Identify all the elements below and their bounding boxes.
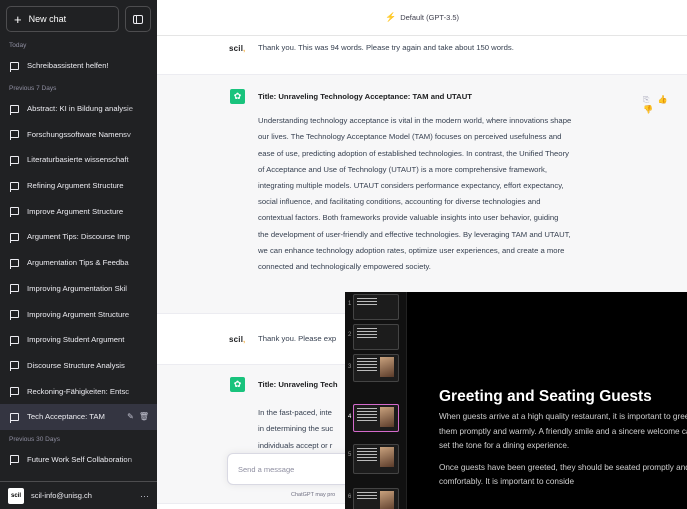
conversation-item[interactable]: Literaturbasierte wissenschaft: [0, 147, 157, 173]
slide-title: Greeting and Seating Guests: [439, 388, 652, 405]
sidebar: + New chat Today Schreibassistent helfen…: [0, 0, 157, 509]
message-line: ease of use, predicting adoption of esta…: [258, 148, 569, 158]
slide-thumbnail[interactable]: [353, 488, 399, 509]
model-header[interactable]: ⚡ Default (GPT-3.5): [157, 0, 687, 36]
plus-icon: +: [14, 11, 22, 27]
user-avatar: scil,: [229, 43, 246, 53]
conversation-item[interactable]: Reckoning-Fähigkeiten: Entsc: [0, 378, 157, 404]
new-chat-button[interactable]: + New chat: [6, 6, 119, 32]
message-text: Thank you. This was 94 words. Please try…: [258, 42, 514, 52]
conversation-item-active[interactable]: Tech Acceptance: TAM ✎ 🗑: [0, 403, 157, 430]
slide-thumbnail[interactable]: [353, 354, 399, 382]
conversation-item[interactable]: Forschungssoftware Namensv: [0, 121, 157, 147]
chat-bubble-icon: [9, 335, 19, 346]
slide-thumbnail[interactable]: [353, 444, 399, 474]
user-email: scil-info@unisg.ch: [31, 491, 92, 500]
sidebar-top: + New chat: [0, 0, 157, 36]
slide-paragraph: Once guests have been greeted, they shou…: [439, 462, 687, 487]
message-line: our lives. The Technology Acceptance Mod…: [258, 132, 562, 142]
avatar: scil: [8, 487, 24, 504]
conversation-item[interactable]: Abstract: KI in Bildung analysie: [0, 96, 157, 122]
sidebar-toggle-button[interactable]: [125, 6, 151, 32]
chat-bubble-icon: [9, 284, 19, 295]
conversation-item[interactable]: Improving Student Argument: [0, 327, 157, 353]
more-icon[interactable]: ···: [140, 491, 149, 501]
chatgpt-avatar-icon: ✿: [230, 89, 245, 104]
chat-bubble-icon: [9, 387, 19, 398]
chatgpt-avatar-icon: ✿: [230, 377, 245, 392]
chat-bubble-icon: [9, 207, 19, 218]
conversation-item[interactable]: Improve Argument Structure: [0, 198, 157, 224]
slide-thumbnails: 1 2 3 4 5 6: [345, 292, 407, 509]
chat-bubble-icon: [9, 258, 19, 269]
chat-bubble-icon: [9, 155, 19, 166]
message-line: integrating multiple models. UTAUT consi…: [258, 181, 564, 191]
edit-icon[interactable]: ✎: [127, 412, 134, 421]
slide-thumbnail[interactable]: [353, 324, 399, 350]
message-line: the development of user-friendly and eff…: [258, 229, 571, 239]
new-chat-label: New chat: [28, 14, 67, 24]
message-line: we can enhance technology adoption rates…: [258, 245, 565, 255]
conversation-item[interactable]: Schreibassistent helfen!: [0, 53, 157, 79]
user-message: scil, Thank you. This was 94 words. Plea…: [157, 36, 687, 60]
message-line: contextual factors. Both frameworks prov…: [258, 213, 559, 223]
conversation-item[interactable]: Refining Argument Structure: [0, 173, 157, 199]
chat-bubble-icon: [9, 232, 19, 243]
model-label: Default (GPT-3.5): [400, 13, 459, 22]
feedback-icons[interactable]: ⎘ 👍 👎: [643, 95, 687, 114]
conversation-item[interactable]: Future Work Self Collaboration: [0, 447, 157, 473]
message-line: social influence, and facilitating condi…: [258, 197, 541, 207]
chat-bubble-icon: [9, 181, 19, 192]
slide-thumbnail[interactable]: [353, 294, 399, 320]
message-line: connected and technologically empowered …: [258, 262, 431, 272]
slide-body: When guests arrive at a high quality res…: [439, 410, 687, 497]
chat-bubble-icon: [9, 361, 19, 372]
message-title: Title: Unraveling Technology Acceptance:…: [258, 92, 472, 101]
chat-bubble-icon: [9, 130, 19, 141]
chat-bubble-icon: [9, 104, 19, 115]
assistant-message: ✿ Title: Unraveling Technology Acceptanc…: [157, 74, 687, 314]
chat-bubble-icon: [9, 455, 19, 466]
sidebar-toggle-icon: [133, 14, 143, 24]
group-title-today: Today: [9, 42, 27, 49]
message-line: of Acceptance and Use of Technology (UTA…: [258, 164, 547, 174]
lightning-icon: ⚡: [385, 12, 397, 22]
presentation-window: 1 2 3 4 5 6 Greeting and Seating Guests …: [345, 292, 687, 509]
conversation-item[interactable]: Argument Tips: Discourse Imp: [0, 224, 157, 250]
message-text: Title: Unraveling Technology Acceptance:…: [258, 89, 643, 313]
user-menu-button[interactable]: scil scil-info@unisg.ch ···: [0, 481, 157, 509]
group-title-previous-30-days: Previous 30 Days: [9, 435, 60, 443]
chat-bubble-icon: [9, 61, 19, 72]
footer-disclaimer: ChatGPT may pro: [291, 492, 336, 498]
message-line: Understanding technology acceptance is v…: [258, 116, 572, 126]
group-title-previous-7-days: Previous 7 Days: [9, 84, 57, 92]
user-avatar: scil,: [229, 334, 246, 344]
conversation-item[interactable]: Discourse Structure Analysis: [0, 353, 157, 379]
trash-icon[interactable]: 🗑: [139, 412, 149, 421]
chat-bubble-icon: [9, 412, 19, 423]
conversation-item[interactable]: Improving Argumentation Skil: [0, 276, 157, 302]
slide-paragraph: When guests arrive at a high quality res…: [439, 412, 687, 451]
conversation-item[interactable]: Improving Argument Structure: [0, 301, 157, 327]
conversation-item[interactable]: Argumentation Tips & Feedba: [0, 250, 157, 276]
chat-bubble-icon: [9, 310, 19, 321]
slide-thumbnail-active[interactable]: [353, 404, 399, 432]
